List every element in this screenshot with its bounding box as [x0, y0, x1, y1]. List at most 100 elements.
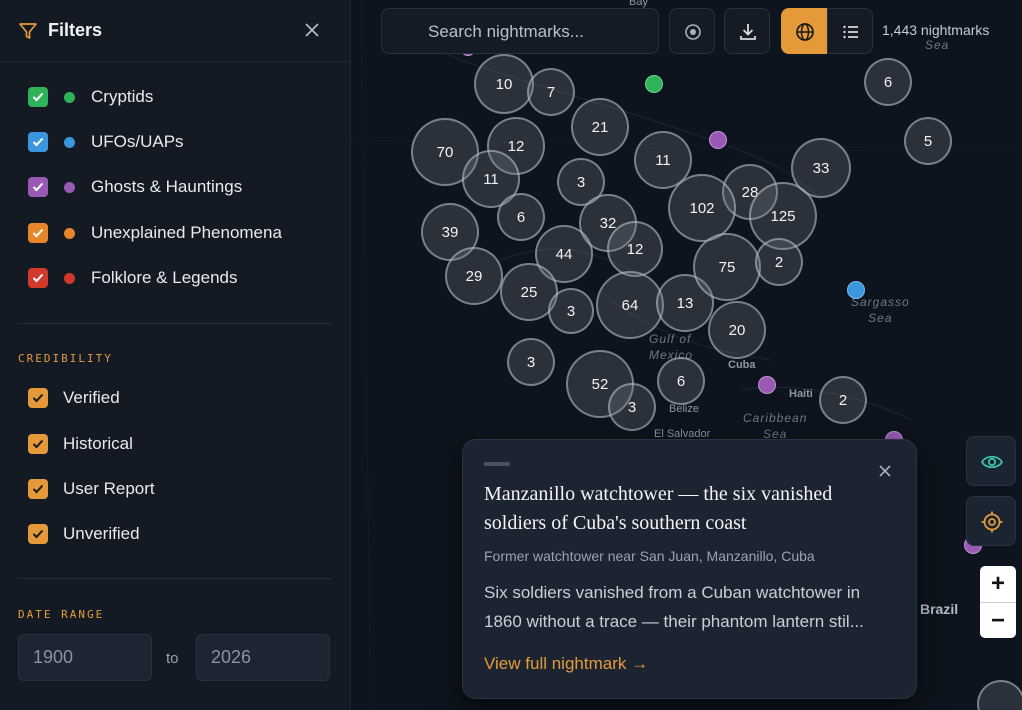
ghost-pin[interactable] — [758, 376, 776, 394]
map-label-sargasso: Sargasso Sea — [851, 295, 910, 325]
cluster-marker[interactable]: 3 — [608, 383, 656, 431]
checkbox-checked-icon[interactable] — [28, 177, 48, 197]
crosshair-icon — [981, 511, 1003, 533]
map-label-caribbean: Caribbean Sea — [743, 411, 808, 441]
cluster-marker[interactable]: 29 — [445, 247, 503, 305]
date-range-heading: DATE RANGE — [18, 608, 105, 621]
filter-icon — [19, 23, 37, 39]
sidebar-title: Filters — [48, 20, 103, 40]
checkbox-checked-icon[interactable] — [28, 132, 48, 152]
credibility-heading: CREDIBILITY — [18, 352, 113, 365]
filters-sidebar: Filters Cryptids UFOs/UAPs Ghosts & Haun… — [0, 0, 351, 710]
credibility-label: User Report — [63, 479, 155, 498]
category-label: Folklore & Legends — [91, 268, 238, 287]
category-label: UFOs/UAPs — [91, 132, 184, 151]
credibility-verified[interactable]: Verified — [28, 386, 328, 408]
close-icon[interactable] — [876, 462, 894, 480]
checkbox-checked-icon[interactable] — [28, 388, 48, 408]
list-view-button[interactable] — [827, 8, 873, 54]
list-icon — [843, 25, 858, 39]
credibility-label: Historical — [63, 434, 133, 453]
credibility-label: Unverified — [63, 524, 140, 543]
view-full-link[interactable]: View full nightmark → — [484, 654, 648, 674]
cluster-marker[interactable]: 75 — [693, 233, 761, 301]
category-dot — [64, 228, 75, 239]
download-icon — [740, 24, 756, 40]
category-label: Cryptids — [91, 87, 154, 106]
date-from-input[interactable]: 1900 — [18, 634, 152, 681]
popup-title: Manzanillo watchtower — the six vanished… — [484, 483, 833, 534]
credibility-historical[interactable]: Historical — [28, 432, 328, 454]
cluster-marker[interactable]: 10 — [474, 54, 534, 114]
my-location-button[interactable] — [966, 496, 1016, 546]
target-icon — [685, 24, 701, 40]
drag-handle[interactable] — [484, 462, 510, 466]
description-line: 1860 without a trace — their phantom lan… — [484, 612, 864, 631]
download-button[interactable] — [724, 8, 770, 54]
category-dot — [64, 92, 75, 103]
zoom-in-button[interactable]: + — [980, 566, 1016, 602]
checkbox-checked-icon[interactable] — [28, 479, 48, 499]
nightmark-popup: Manzanillo watchtower — the six vanished… — [462, 439, 917, 699]
cluster-marker[interactable]: 3 — [548, 288, 594, 334]
divider — [18, 578, 332, 579]
close-icon[interactable] — [302, 20, 322, 40]
map-label-haiti: Haiti — [789, 388, 813, 400]
popup-location: Former watchtower near San Juan, Manzani… — [484, 548, 815, 564]
cluster-marker[interactable]: 7 — [527, 68, 575, 116]
cryptid-pin[interactable] — [645, 75, 663, 93]
search-input[interactable]: Search nightmarks... — [381, 8, 659, 54]
category-dot — [64, 137, 75, 148]
cluster-marker[interactable]: 2 — [819, 376, 867, 424]
category-ufos[interactable]: UFOs/UAPs — [28, 130, 328, 152]
checkbox-checked-icon[interactable] — [28, 434, 48, 454]
map-label-bay: Bay — [629, 0, 648, 8]
cluster-marker[interactable]: 6 — [864, 58, 912, 106]
globe-icon — [796, 23, 814, 41]
checkbox-checked-icon[interactable] — [28, 87, 48, 107]
cluster-marker[interactable]: 6 — [497, 193, 545, 241]
credibility-user-report[interactable]: User Report — [28, 477, 328, 499]
category-folklore[interactable]: Folklore & Legends — [28, 266, 328, 288]
popup-description: Six soldiers vanished from a Cuban watch… — [484, 578, 898, 636]
category-dot — [64, 273, 75, 284]
eye-icon — [980, 455, 1004, 469]
cluster-marker[interactable]: 6 — [657, 357, 705, 405]
locate-button[interactable] — [669, 8, 715, 54]
map-label-cuba: Cuba — [728, 359, 756, 371]
credibility-label: Verified — [63, 388, 120, 407]
zoom-out-button[interactable]: − — [980, 602, 1016, 638]
date-to-separator: to — [166, 650, 179, 667]
zoom-control: + − — [980, 566, 1016, 638]
description-line: Six soldiers vanished from a Cuban watch… — [484, 583, 861, 602]
sidebar-header: Filters — [0, 0, 350, 62]
checkbox-checked-icon[interactable] — [28, 268, 48, 288]
category-label: Unexplained Phenomena — [91, 223, 282, 242]
cluster-marker[interactable]: 12 — [607, 221, 663, 277]
category-ghosts[interactable]: Ghosts & Hauntings — [28, 175, 328, 197]
cluster-marker[interactable]: 3 — [507, 338, 555, 386]
map-canvas[interactable]: Bay Sea Gulf of Mexico Cuba Haiti Belize… — [351, 0, 1022, 710]
cluster-marker[interactable]: 64 — [596, 271, 664, 339]
cluster-marker[interactable]: 21 — [571, 98, 629, 156]
ghost-pin[interactable] — [709, 131, 727, 149]
ufo-pin[interactable] — [847, 281, 865, 299]
globe-view-button[interactable] — [781, 8, 827, 54]
category-cryptids[interactable]: Cryptids — [28, 85, 328, 107]
category-dot — [64, 182, 75, 193]
checkbox-checked-icon[interactable] — [28, 524, 48, 544]
credibility-unverified[interactable]: Unverified — [28, 522, 328, 544]
cluster-marker[interactable]: 102 — [668, 174, 736, 242]
map-label-sea: Sea — [925, 38, 950, 52]
cluster-marker[interactable]: 2 — [755, 238, 803, 286]
visibility-button[interactable] — [966, 436, 1016, 486]
map-label-brazil: Brazil — [920, 601, 959, 617]
divider — [18, 323, 332, 324]
result-count: 1,443 nightmarks — [882, 22, 990, 38]
cluster-marker[interactable]: 20 — [708, 301, 766, 359]
cluster-marker[interactable]: 5 — [904, 117, 952, 165]
category-label: Ghosts & Hauntings — [91, 177, 243, 196]
category-unexplained[interactable]: Unexplained Phenomena — [28, 221, 328, 243]
date-to-input[interactable]: 2026 — [196, 634, 330, 681]
checkbox-checked-icon[interactable] — [28, 223, 48, 243]
